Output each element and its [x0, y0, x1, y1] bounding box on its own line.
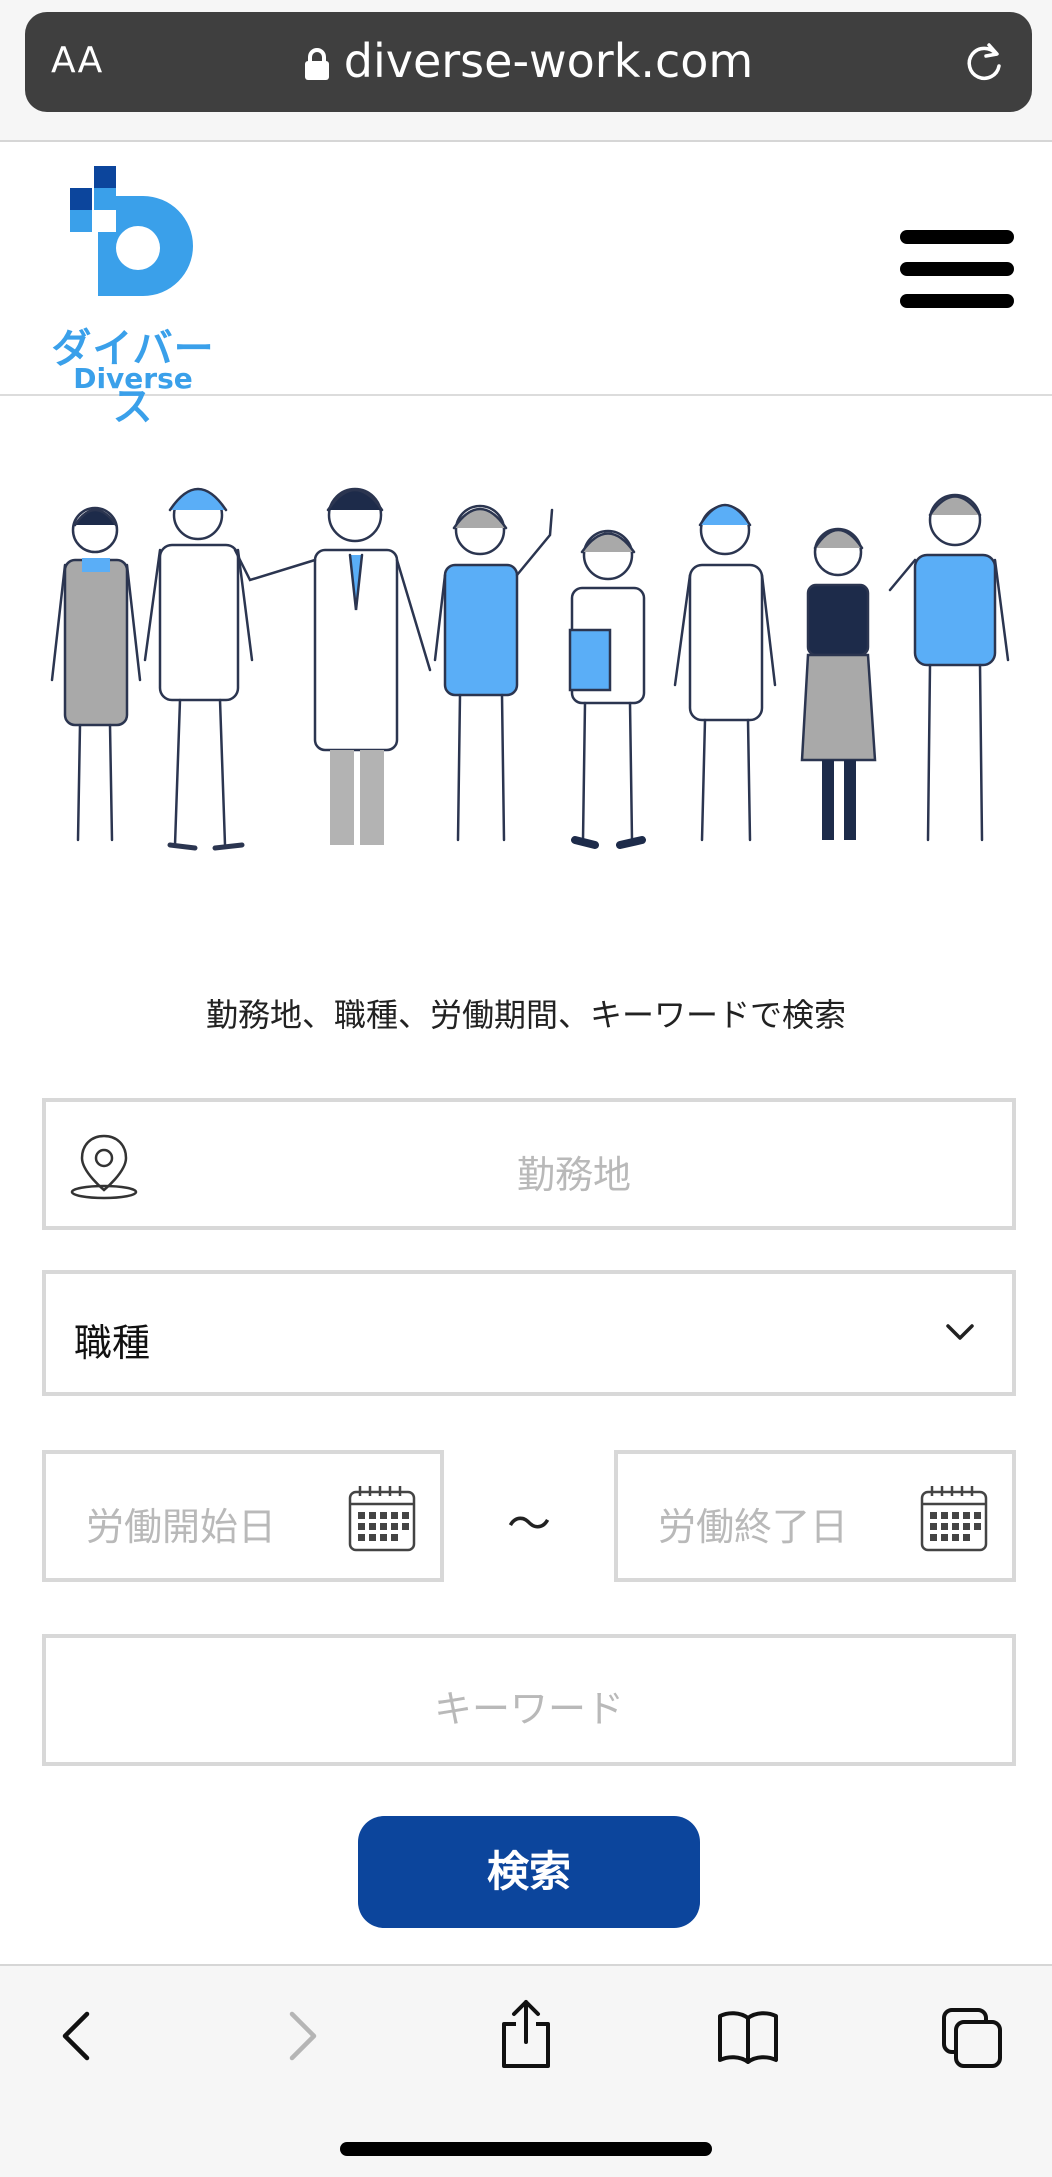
- site-header: ダイバース Diverse: [0, 144, 1052, 430]
- figure-nurse: [433, 504, 554, 842]
- keyword-input[interactable]: キーワード: [42, 1634, 1016, 1766]
- home-indicator[interactable]: [340, 2142, 712, 2156]
- share-icon[interactable]: [496, 1998, 556, 2070]
- lock-icon: [304, 48, 329, 80]
- calendar-icon[interactable]: [918, 1482, 990, 1554]
- back-icon[interactable]: [55, 2006, 99, 2066]
- figure-therapist: [143, 487, 254, 851]
- search-button[interactable]: 検索: [358, 1816, 700, 1928]
- workers-illustration: [50, 487, 1010, 851]
- figure-clipboard-worker: [568, 529, 646, 849]
- site-logo[interactable]: ダイバース Diverse: [38, 166, 228, 430]
- reload-icon[interactable]: [962, 40, 1006, 84]
- url-display[interactable]: diverse-work.com: [25, 34, 1032, 88]
- location-placeholder: 勤務地: [516, 1153, 631, 1197]
- tabs-icon[interactable]: [940, 2006, 1004, 2070]
- bookmarks-icon[interactable]: [716, 2006, 780, 2066]
- search-caption: 勤務地、職種、労働期間、キーワードで検索: [205, 996, 846, 1034]
- figure-doctor: [233, 487, 432, 845]
- jobtype-selected-value: 職種: [74, 1321, 151, 1365]
- end-date-input[interactable]: 労働終了日: [614, 1450, 1016, 1582]
- figure-nurse-cap: [673, 503, 777, 842]
- keyword-placeholder: キーワード: [433, 1687, 624, 1731]
- address-bar[interactable]: AA diverse-work.com: [25, 12, 1032, 112]
- figure-caregiver: [50, 506, 142, 842]
- figure-polo-worker: [888, 493, 1010, 842]
- jobtype-select[interactable]: 職種: [42, 1270, 1016, 1396]
- browser-top-bar: AA diverse-work.com: [0, 0, 1052, 142]
- calendar-icon[interactable]: [346, 1482, 418, 1554]
- hamburger-menu-icon[interactable]: [900, 224, 1016, 314]
- chevron-down-icon: [946, 1324, 974, 1340]
- logo-english-text: Diverse: [73, 362, 193, 395]
- forward-icon[interactable]: [280, 2006, 324, 2066]
- figure-office-worker: [800, 527, 877, 840]
- end-date-placeholder: 労働終了日: [658, 1505, 849, 1549]
- date-range-separator: 〜: [507, 1499, 551, 1550]
- location-input[interactable]: 勤務地: [42, 1098, 1016, 1230]
- logo-mark: [70, 166, 193, 296]
- url-text: diverse-work.com: [343, 34, 754, 88]
- start-date-input[interactable]: 労働開始日: [42, 1450, 444, 1582]
- start-date-placeholder: 労働開始日: [86, 1505, 277, 1549]
